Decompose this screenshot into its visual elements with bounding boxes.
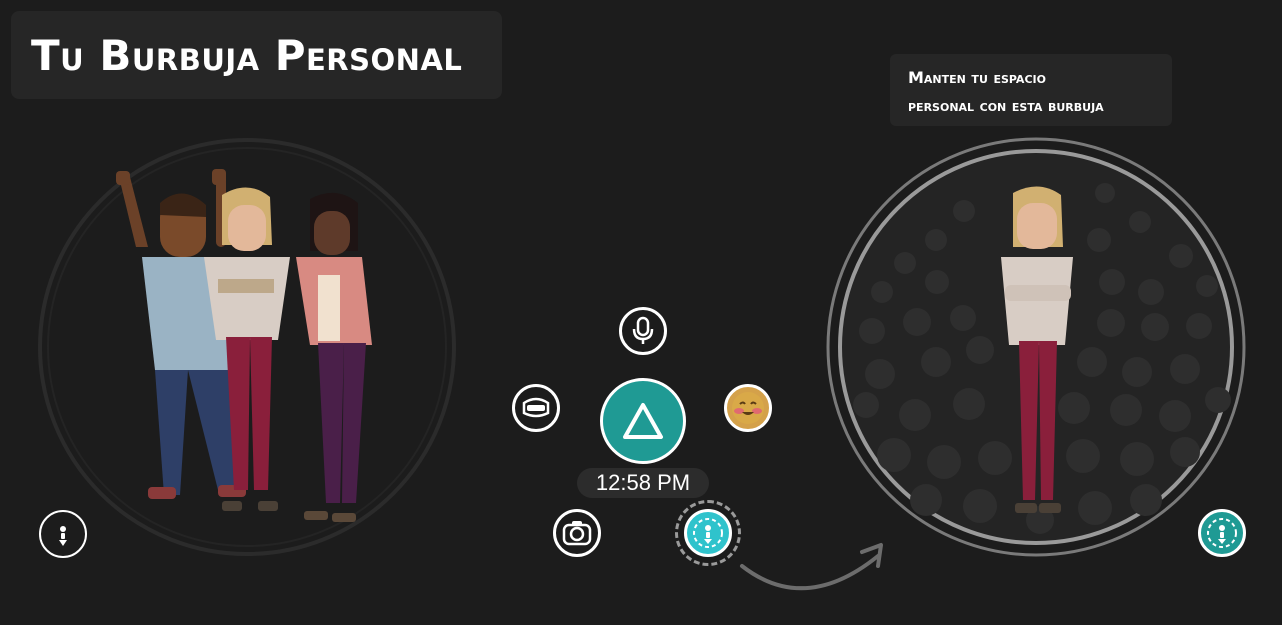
personal-bubble-icon: [1207, 518, 1237, 548]
microphone-button[interactable]: [619, 307, 667, 355]
bubble-toggle-button[interactable]: [39, 510, 87, 558]
person-bubble-icon: [59, 526, 67, 546]
headset-button[interactable]: [512, 384, 560, 432]
avatar-woman-dark: [296, 192, 372, 522]
avatar-woman-right: [1001, 186, 1073, 513]
microphone-icon: [632, 316, 654, 344]
personal-bubble-button[interactable]: [684, 509, 732, 557]
arrow: [740, 554, 880, 591]
avatar-group: [116, 169, 372, 522]
emoji-icon: [732, 392, 764, 424]
home-icon: [623, 403, 663, 439]
camera-icon: [562, 521, 592, 546]
emoji-button[interactable]: [724, 384, 772, 432]
camera-button[interactable]: [553, 509, 601, 557]
personal-bubble-icon: [693, 518, 723, 548]
clock: 12:58 PM: [577, 468, 709, 498]
headset-icon: [522, 397, 550, 418]
home-button[interactable]: [600, 378, 686, 464]
bubble-active-button[interactable]: [1198, 509, 1246, 557]
